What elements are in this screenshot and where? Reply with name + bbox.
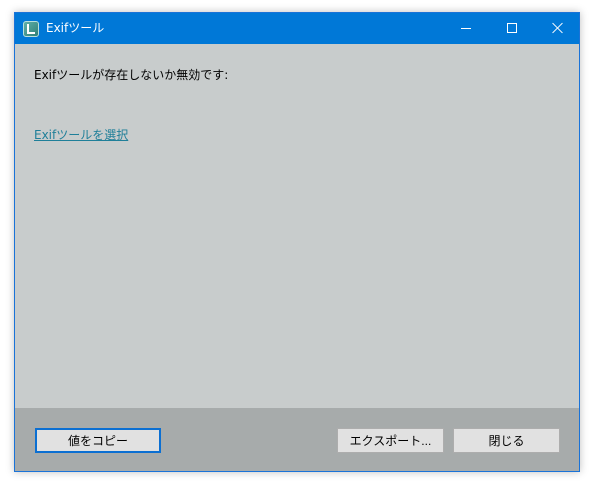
copy-values-button[interactable]: 値をコピー [35, 428, 161, 453]
window-title: Exifツール [46, 21, 105, 35]
maximize-icon [507, 23, 517, 33]
maximize-button[interactable] [489, 13, 535, 44]
minimize-button[interactable] [443, 13, 489, 44]
missing-tool-message: Exifツールが存在しないか無効です: [34, 68, 229, 82]
title-bar[interactable]: Exifツール [15, 13, 579, 44]
close-dialog-button[interactable]: 閉じる [453, 428, 560, 453]
select-exif-tool-link[interactable]: Exifツールを選択 [34, 126, 128, 143]
app-icon-mark [27, 24, 35, 34]
close-icon [552, 22, 564, 34]
exif-tool-window: Exifツール Exifツールが存在しないか無効です: Exifツールを選択 値… [14, 12, 580, 472]
dialog-content: Exifツールが存在しないか無効です: Exifツールを選択 [15, 44, 579, 408]
dialog-footer: 値をコピー エクスポート... 閉じる [15, 408, 579, 471]
minimize-icon [461, 28, 471, 29]
close-window-button[interactable] [535, 13, 581, 44]
photo-app-icon [23, 21, 39, 37]
export-button[interactable]: エクスポート... [337, 428, 444, 453]
